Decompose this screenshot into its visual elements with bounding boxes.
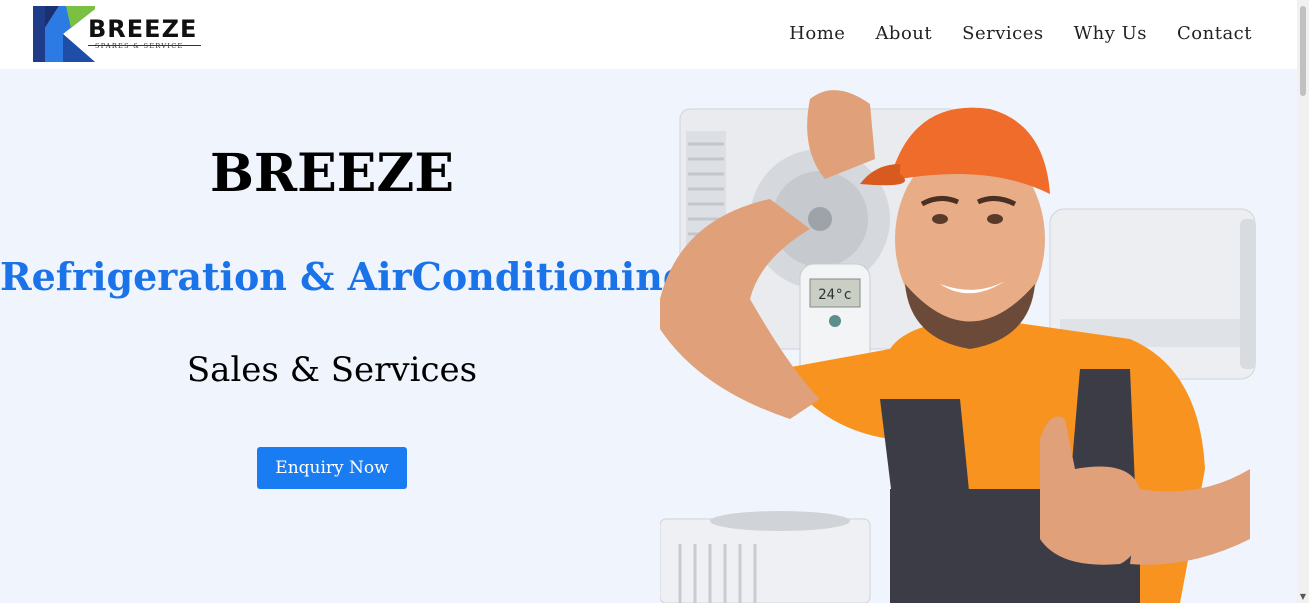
- nav-home-link[interactable]: Home: [774, 22, 860, 46]
- logo-mark-icon: [33, 6, 95, 62]
- navbar: BREEZE SPARES & SERVICE Home About Servi…: [0, 0, 1297, 69]
- hero-title: BREEZE: [209, 143, 455, 204]
- scroll-down-arrow-icon[interactable]: ▼: [1299, 593, 1307, 601]
- brand-logo[interactable]: BREEZE SPARES & SERVICE: [33, 6, 203, 63]
- hero-section: BREEZE Refrigeration & AirConditioning S…: [0, 69, 1297, 603]
- enquiry-now-button[interactable]: Enquiry Now: [257, 447, 407, 489]
- technician-hero-image: 24°c: [660, 90, 1256, 603]
- nav-services-link[interactable]: Services: [947, 22, 1058, 46]
- remote-display-text: 24°c: [818, 287, 852, 303]
- nav-why-us-link[interactable]: Why Us: [1059, 22, 1162, 46]
- nav-contact-link[interactable]: Contact: [1162, 22, 1267, 46]
- nav-about-link[interactable]: About: [860, 22, 947, 46]
- logo-divider: [88, 45, 201, 46]
- page-scrollbar[interactable]: ▼: [1297, 0, 1309, 603]
- scrollbar-thumb[interactable]: [1300, 6, 1306, 96]
- hero-tagline: Sales & Services: [186, 350, 478, 390]
- logo-wordmark: BREEZE: [88, 15, 198, 43]
- hero-subtitle: Refrigeration & AirConditioning: [0, 254, 690, 299]
- main-nav: Home About Services Why Us Contact: [774, 22, 1267, 46]
- logo-tagline: SPARES & SERVICE: [95, 42, 184, 50]
